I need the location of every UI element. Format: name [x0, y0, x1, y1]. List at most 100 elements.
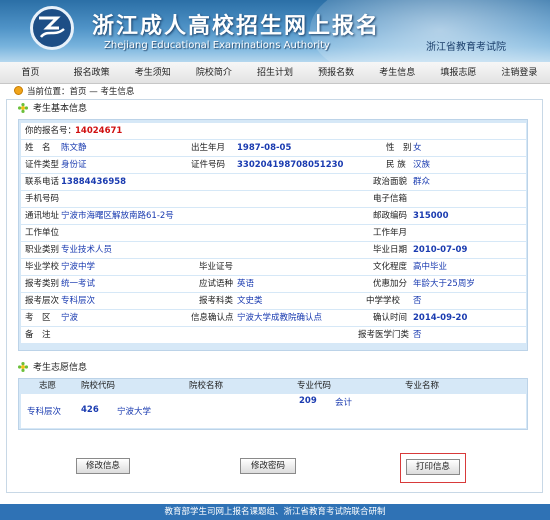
grad-date-label: 毕业日期: [373, 245, 408, 255]
table-row: 证件类型 身份证 证件号码 330204198708051230 民 族 汉族: [21, 157, 526, 173]
postcode-value: 315000: [413, 211, 449, 221]
medical-label: 报考医学门类: [358, 330, 410, 340]
vol-section-heading: 考生志愿信息: [18, 361, 87, 375]
logo-icon: [39, 16, 65, 38]
nav-notice[interactable]: 考生须知: [122, 62, 183, 83]
site-subtitle: Zhejiang Educational Examinations Author…: [104, 40, 330, 51]
id-type-value: 身份证: [61, 160, 87, 170]
district-value: 宁波: [61, 313, 79, 323]
nav-schools[interactable]: 院校简介: [183, 62, 244, 83]
ethnic-value: 汉族: [413, 160, 431, 170]
table-row: 联系电话 13884436958 政治面貌 群众: [21, 174, 526, 190]
exam-type-label: 报考类别: [25, 279, 60, 289]
bonus-value: 年龄大于25周岁: [413, 279, 475, 289]
gender-value: 女: [413, 143, 422, 153]
address-label: 通讯地址: [25, 211, 60, 221]
col-header-volunteer: 志愿: [39, 381, 57, 391]
table-row: 毕业学校 宁波中学 毕业证号 文化程度 高中毕业: [21, 259, 526, 275]
main-nav: 首页 报名政策 考生须知 院校简介 招生计划 预报名数 考生信息 填报志愿 注销…: [0, 62, 550, 84]
basic-section-title: 考生基本信息: [33, 104, 88, 114]
political-label: 政治面貌: [373, 177, 408, 187]
logo: [30, 6, 74, 50]
basic-section-heading: 考生基本信息: [18, 102, 87, 116]
header-banner: 浙江成人高校招生网上报名 Zhejiang Educational Examin…: [0, 0, 550, 62]
flower-icon: [18, 102, 28, 113]
vol-major-code: 209: [299, 396, 317, 406]
nav-logout[interactable]: 注销登录: [489, 62, 550, 83]
level-label: 报考层次: [25, 296, 60, 306]
reg-no-label: 你的报名号：: [25, 126, 77, 136]
table-row: 专科层次 426 宁波大学 209 会计: [21, 394, 526, 428]
org-name: 浙江省教育考试院: [426, 42, 506, 53]
id-no-label: 证件号码: [191, 160, 226, 170]
level-value: 专科层次: [61, 296, 96, 306]
subject-label: 报考科类: [199, 296, 234, 306]
nav-policy[interactable]: 报名政策: [61, 62, 122, 83]
footer: 教育部学生司网上报名课题组、浙江省教育考试院联合研制: [0, 504, 550, 520]
grad-date-value: 2010-07-09: [413, 245, 468, 255]
col-header-school-code: 院校代码: [81, 381, 116, 391]
table-row: 手机号码 电子信箱: [21, 191, 526, 207]
print-button[interactable]: 打印信息: [406, 459, 460, 475]
vol-major-name: 会计: [335, 398, 353, 408]
work-years-label: 工作年月: [373, 228, 408, 238]
col-header-major-name: 专业名称: [405, 381, 440, 391]
ethnic-label: 民 族: [386, 160, 406, 170]
email-label: 电子信箱: [373, 194, 408, 204]
confirm-time-value: 2014-09-20: [413, 313, 468, 323]
nav-prereg[interactable]: 预报名数: [306, 62, 367, 83]
birth-value: 1987-08-05: [237, 143, 292, 153]
flower-icon: [18, 361, 28, 372]
col-header-school-name: 院校名称: [189, 381, 224, 391]
education-value: 高中毕业: [413, 262, 448, 272]
vol-school-name: 宁波大学: [117, 407, 152, 417]
school-code-label: 中学学校: [366, 296, 401, 306]
vol-section-title: 考生志愿信息: [33, 363, 88, 373]
table-row: 你的报名号： 14024671: [21, 123, 526, 139]
phone-value: 13884436958: [61, 177, 127, 187]
grad-school-label: 毕业学校: [25, 262, 60, 272]
site-title: 浙江成人高校招生网上报名: [92, 13, 381, 39]
birth-label: 出生年月: [191, 143, 226, 153]
postcode-label: 邮政编码: [373, 211, 408, 221]
foreign-lang-value: 英语: [237, 279, 255, 289]
table-row: 报考类别 统一考试 应试语种 英语 优惠加分 年龄大于25周岁: [21, 276, 526, 292]
grad-cert-label: 毕业证号: [199, 262, 234, 272]
education-label: 文化程度: [373, 262, 408, 272]
phone-label: 联系电话: [25, 177, 60, 187]
exam-type-value: 统一考试: [61, 279, 96, 289]
edit-password-button[interactable]: 修改密码: [240, 458, 296, 474]
confirm-point-value: 宁波大学成教院确认点: [237, 313, 323, 323]
nav-student-info[interactable]: 考生信息: [367, 62, 428, 83]
subject-value: 文史类: [237, 296, 263, 306]
table-row: 备 注 报考医学门类 否: [21, 327, 526, 343]
id-type-label: 证件类型: [25, 160, 60, 170]
table-row: 职业类别 专业技术人员 毕业日期 2010-07-09: [21, 242, 526, 258]
medical-value: 否: [413, 330, 422, 340]
edit-info-button[interactable]: 修改信息: [76, 458, 130, 474]
political-value: 群众: [413, 177, 431, 187]
confirm-point-label: 信息确认点: [191, 313, 234, 323]
nav-home[interactable]: 首页: [0, 62, 61, 83]
basic-info-table: 你的报名号： 14024671 姓 名 陈文静 出生年月 1987-08-05 …: [18, 119, 528, 351]
address-value: 宁波市海曙区解放南路61-2号: [61, 211, 174, 221]
location-icon: [14, 86, 23, 95]
confirm-time-label: 确认时间: [373, 313, 408, 323]
volunteer-table: 志愿 院校代码 院校名称 专业代码 专业名称 专科层次 426 宁波大学 209…: [18, 378, 528, 430]
nav-plan[interactable]: 招生计划: [244, 62, 305, 83]
foreign-lang-label: 应试语种: [199, 279, 234, 289]
breadcrumb-text: 当前位置：首页 — 考生信息: [27, 87, 135, 97]
breadcrumb: 当前位置：首页 — 考生信息: [14, 85, 134, 99]
school-code-value: 否: [413, 296, 422, 306]
mobile-label: 手机号码: [25, 194, 60, 204]
gender-label: 性 别: [386, 143, 412, 153]
col-header-major-code: 专业代码: [297, 381, 332, 391]
occupation-label: 职业类别: [25, 245, 60, 255]
table-row: 报考层次 专科层次 报考科类 文史类 中学学校 否: [21, 293, 526, 309]
table-row: 工作单位 工作年月: [21, 225, 526, 241]
reg-no-value: 14024671: [75, 126, 123, 136]
district-label: 考 区: [25, 313, 51, 323]
id-no-value: 330204198708051230: [237, 160, 344, 170]
table-row: 姓 名 陈文静 出生年月 1987-08-05 性 别 女: [21, 140, 526, 156]
nav-volunteer[interactable]: 填报志愿: [428, 62, 489, 83]
